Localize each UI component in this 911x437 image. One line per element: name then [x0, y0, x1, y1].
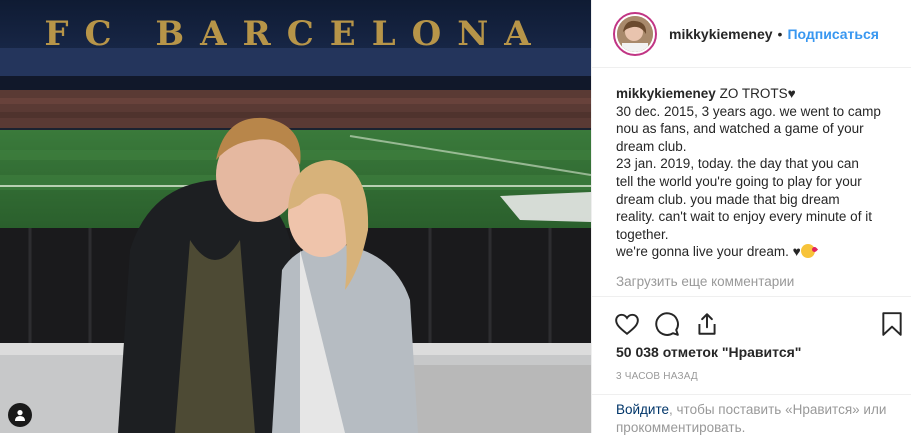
post-sidebar: mikkykiemeney • Подписаться mikkykiemene… — [591, 0, 911, 435]
comment-icon[interactable] — [654, 311, 680, 337]
post-header: mikkykiemeney • Подписаться — [592, 0, 911, 68]
caption-line: nou as fans, and watched a game of your — [616, 121, 864, 137]
load-more-comments-button[interactable]: Загрузить еще комментарии — [616, 274, 794, 289]
kiss-emoji-icon — [800, 244, 815, 259]
login-link[interactable]: Войдите — [616, 402, 669, 417]
separator-dot: • — [777, 25, 783, 42]
caption-line: dream club. — [616, 138, 687, 154]
caption-line: 23 jan. 2019, today. the day that you ca… — [616, 156, 859, 172]
caption-username[interactable]: mikkykiemeney — [616, 86, 716, 101]
caption-line: together. — [616, 226, 669, 242]
share-icon[interactable] — [694, 311, 720, 337]
stadium-photo — [0, 0, 591, 433]
avatar[interactable] — [613, 11, 657, 56]
username-link[interactable]: mikkykiemeney — [669, 26, 773, 42]
post-timestamp[interactable]: 3 часов назад — [616, 371, 698, 382]
likes-count[interactable]: 50 038 отметок "Нравится" — [616, 344, 801, 360]
login-prompt: Войдите, чтобы поставить «Нравится» или … — [592, 394, 911, 435]
action-bar — [592, 296, 911, 351]
follow-button[interactable]: Подписаться — [787, 26, 879, 42]
post-photo[interactable]: FC BARCELONA — [0, 0, 591, 433]
user-tag-icon[interactable] — [8, 403, 32, 427]
caption-line: dream club. you made that big dream — [616, 191, 840, 207]
caption-line: we're gonna live your dream. ♥ — [616, 244, 801, 260]
caption-line: tell the world you're going to play for … — [616, 173, 862, 189]
caption-line: ZO TROTS♥ — [719, 86, 796, 101]
heart-icon[interactable] — [614, 311, 640, 337]
caption-line: reality. can't wait to enjoy every minut… — [616, 209, 872, 225]
caption-line: 30 dec. 2015, 3 years ago. we went to ca… — [616, 103, 881, 119]
stadium-banner: FC BARCELONA — [44, 14, 547, 54]
caption: mikkykiemeney ZO TROTS♥ 30 dec. 2015, 3 … — [616, 85, 898, 261]
bookmark-icon[interactable] — [880, 311, 906, 337]
